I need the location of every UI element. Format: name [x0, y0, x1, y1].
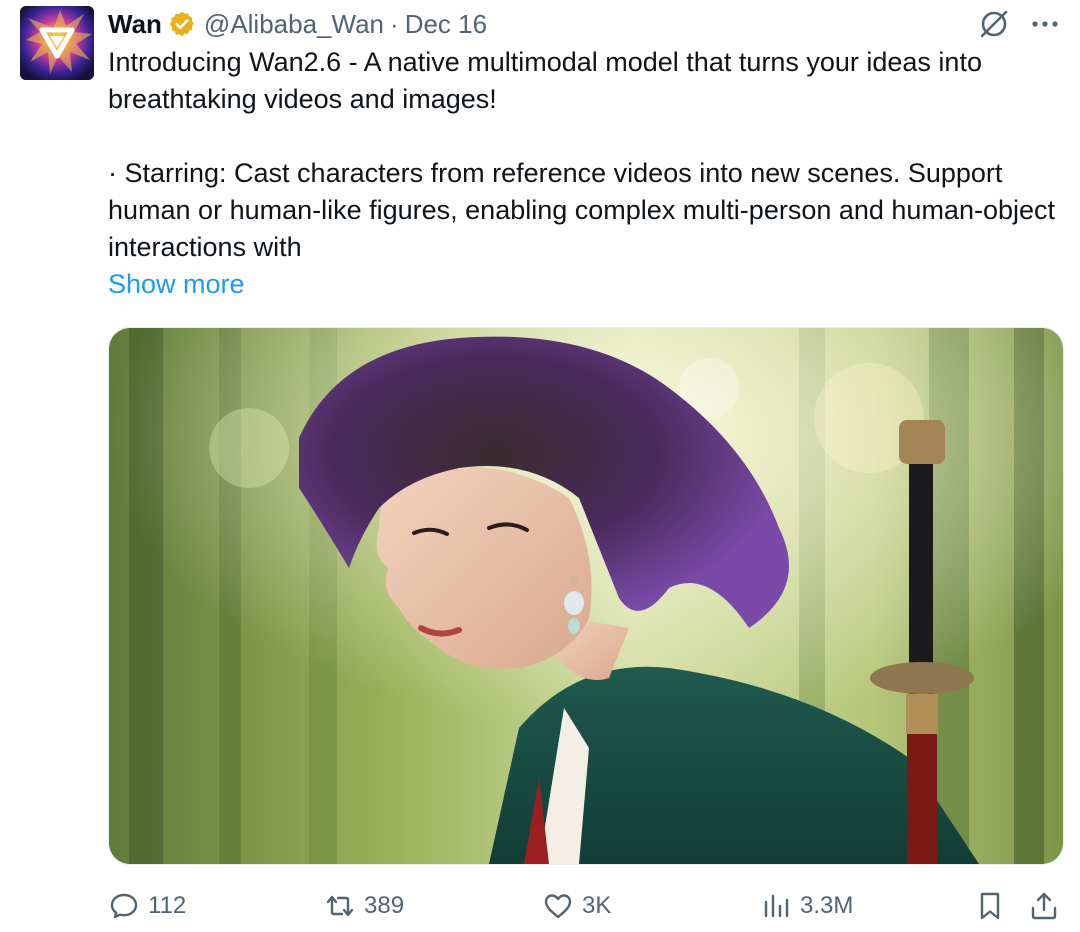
show-more-link[interactable]: Show more [108, 266, 245, 303]
heart-icon [544, 894, 572, 919]
grok-icon[interactable] [978, 8, 1010, 40]
share-button[interactable] [1028, 886, 1060, 926]
like-button[interactable]: 3K [542, 886, 611, 926]
analytics-icon [764, 894, 789, 918]
bookmark-icon [980, 892, 1000, 920]
verified-badge-icon [169, 11, 194, 37]
header-separator: · [390, 9, 399, 39]
bookmark-button[interactable] [974, 886, 1006, 926]
tweet-header: Wan @Alibaba_Wan · Dec 16 [108, 6, 1060, 42]
like-count: 3K [582, 892, 612, 919]
author-name[interactable]: Wan [108, 6, 162, 42]
author-handle[interactable]: @Alibaba_Wan [204, 6, 384, 42]
reply-count: 112 [148, 892, 187, 919]
views-button[interactable]: 3.3M [760, 886, 853, 926]
tweet[interactable]: Wan @Alibaba_Wan · Dec 16 Introducing Wa… [0, 0, 1080, 932]
author-avatar[interactable] [20, 6, 94, 80]
reply-icon [110, 893, 138, 919]
tweet-date[interactable]: Dec 16 [405, 6, 487, 42]
share-icon [1031, 892, 1057, 920]
reply-button[interactable]: 112 [108, 886, 186, 926]
tweet-actions: 112 389 3K 3.3M [108, 886, 1062, 926]
repost-button[interactable]: 389 [324, 886, 404, 926]
wan-logo-icon [20, 6, 94, 80]
views-count: 3.3M [800, 892, 854, 919]
repost-count: 389 [364, 892, 405, 919]
header-actions [978, 6, 1060, 42]
tweet-media-image[interactable] [108, 327, 1064, 865]
repost-icon [326, 895, 354, 917]
tweet-text: Introducing Wan2.6 - A native multimodal… [108, 47, 1056, 262]
more-options-icon[interactable] [1030, 9, 1060, 39]
media-illustration [109, 328, 1063, 864]
